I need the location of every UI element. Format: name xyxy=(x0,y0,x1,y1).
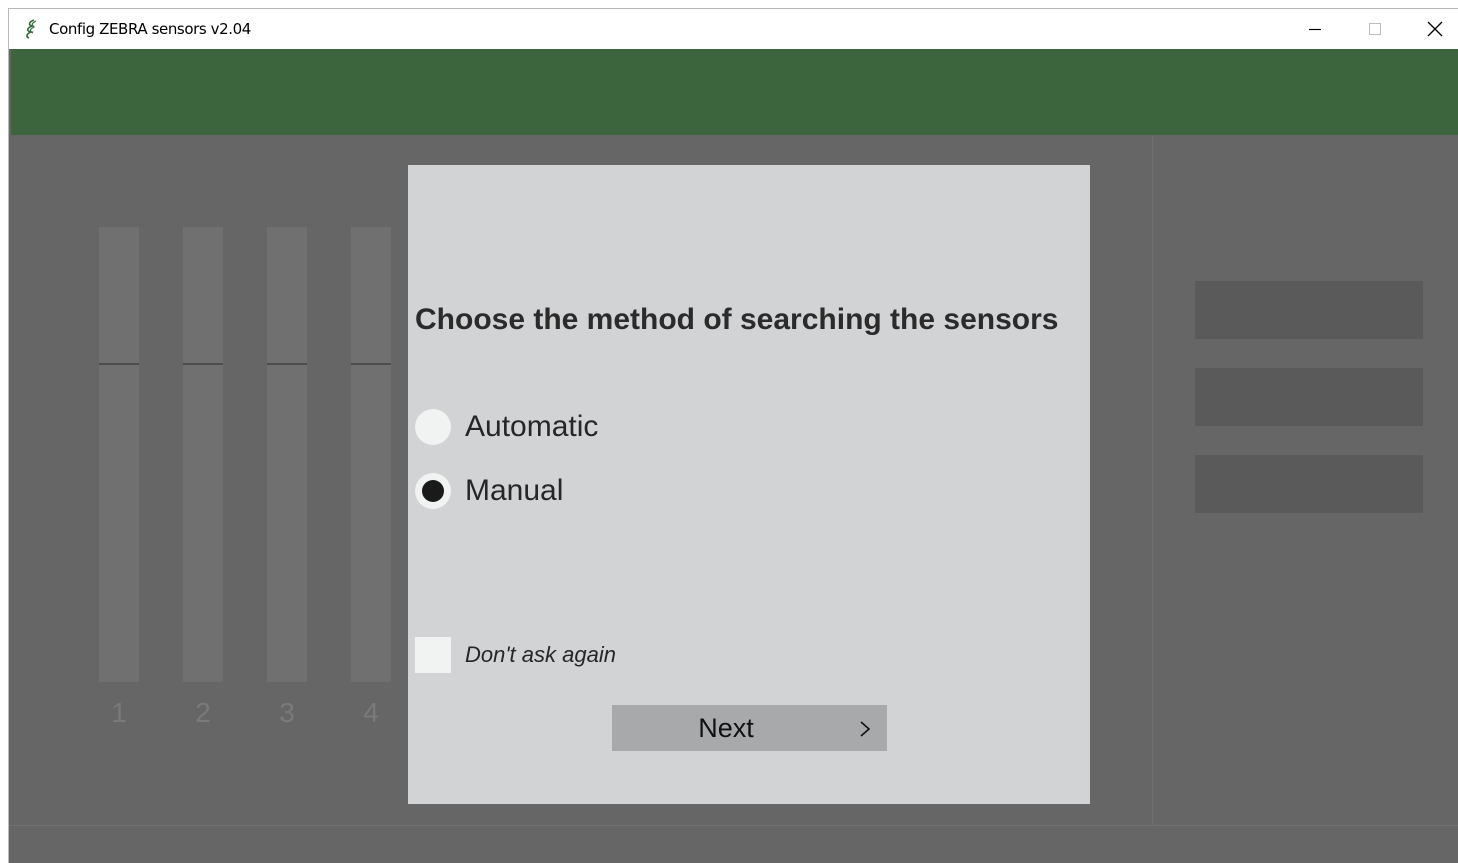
dont-ask-again-row[interactable]: Don't ask again xyxy=(415,637,616,673)
close-button[interactable] xyxy=(1405,9,1458,49)
option-automatic[interactable]: Automatic xyxy=(415,407,598,447)
panel-button-1[interactable] xyxy=(1195,281,1423,339)
slider-level-mark xyxy=(267,363,307,365)
slider-level-mark xyxy=(99,363,139,365)
slider-label: 3 xyxy=(279,697,295,728)
status-bar xyxy=(9,825,1458,863)
app-window: Config ZEBRA sensors v2.04 1 2 3 4 Choos… xyxy=(8,8,1458,863)
next-button-label: Next xyxy=(698,713,754,743)
dont-ask-again-label: Don't ask again xyxy=(465,642,616,667)
slider-level-mark xyxy=(183,363,223,365)
right-panel xyxy=(1152,135,1458,825)
sensor-slider-1[interactable] xyxy=(99,227,139,682)
panel-button-2[interactable] xyxy=(1195,368,1423,426)
dialog-title: Choose the method of searching the senso… xyxy=(415,303,1059,336)
maximize-button[interactable] xyxy=(1345,9,1405,49)
option-label: Manual xyxy=(465,474,564,507)
sensor-slider-3[interactable] xyxy=(267,227,307,682)
minimize-button[interactable] xyxy=(1285,9,1345,49)
radio-manual[interactable] xyxy=(415,473,451,509)
search-method-dialog: Choose the method of searching the senso… xyxy=(408,165,1090,804)
slider-level-mark xyxy=(351,363,391,365)
header-band xyxy=(11,49,1458,135)
slider-label: 2 xyxy=(195,697,211,728)
sensor-slider-4[interactable] xyxy=(351,227,391,682)
next-button[interactable]: Next xyxy=(612,705,887,751)
minimize-icon xyxy=(1309,28,1321,31)
radio-automatic[interactable] xyxy=(415,409,451,445)
radio-selected-dot xyxy=(422,480,444,502)
sensor-slider-2[interactable] xyxy=(183,227,223,682)
close-icon xyxy=(1427,21,1443,37)
option-manual[interactable]: Manual xyxy=(415,471,563,511)
title-bar: Config ZEBRA sensors v2.04 xyxy=(9,9,1458,49)
zebra-logo-icon xyxy=(26,19,37,39)
window-title: Config ZEBRA sensors v2.04 xyxy=(49,20,251,38)
option-label: Automatic xyxy=(465,410,599,443)
maximize-icon xyxy=(1369,23,1381,35)
panel-button-3[interactable] xyxy=(1195,455,1423,513)
slider-label: 1 xyxy=(111,697,127,728)
chevron-right-icon xyxy=(860,721,871,737)
dont-ask-again-checkbox[interactable] xyxy=(415,637,451,673)
slider-label: 4 xyxy=(363,697,379,728)
